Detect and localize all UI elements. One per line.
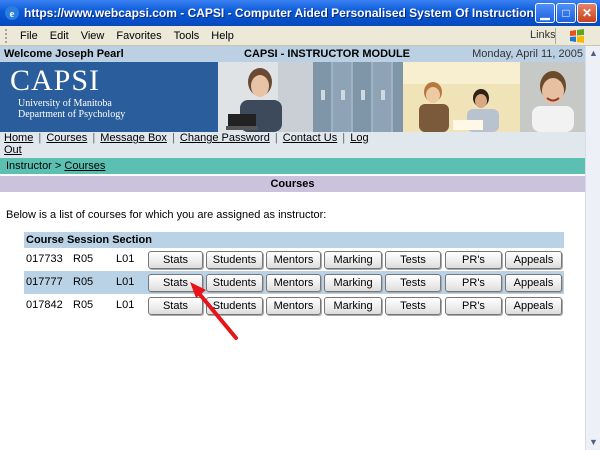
table-header: Course Session Section xyxy=(24,232,564,248)
capsi-logo: CAPSI University of Manitoba Department … xyxy=(0,62,218,132)
stats-button[interactable]: Stats xyxy=(148,251,203,269)
mentors-button[interactable]: Mentors xyxy=(266,274,321,292)
welcome-text: Welcome Joseph Pearl xyxy=(4,48,124,60)
close-icon: ✕ xyxy=(581,6,593,20)
tests-button[interactable]: Tests xyxy=(385,297,441,315)
department-name: Department of Psychology xyxy=(18,109,126,120)
internet-explorer-icon: e xyxy=(5,6,19,20)
window-title: https://www.webcapsi.com - CAPSI - Compu… xyxy=(24,6,554,20)
menu-help[interactable]: Help xyxy=(205,30,240,42)
university-name: University of Manitoba xyxy=(18,98,112,109)
minimize-button[interactable]: ▁ xyxy=(535,3,555,23)
mentors-button[interactable]: Mentors xyxy=(266,251,321,269)
session-code: R05 xyxy=(73,253,94,265)
breadcrumb-root: Instructor xyxy=(6,160,52,172)
maximize-icon: □ xyxy=(562,6,570,20)
main-navigation: Home | Courses | Message Box | Change Pa… xyxy=(0,132,585,158)
tests-button[interactable]: Tests xyxy=(385,251,441,269)
table-row: 017733 R05 L01 Stats Students Mentors Ma… xyxy=(24,248,564,271)
window-title-bar: e https://www.webcapsi.com - CAPSI - Com… xyxy=(0,0,600,26)
tests-button[interactable]: Tests xyxy=(385,274,441,292)
appeals-button[interactable]: Appeals xyxy=(505,297,562,315)
menu-view[interactable]: View xyxy=(75,30,111,42)
nav-contact-us-link[interactable]: Contact Us xyxy=(283,132,337,144)
students-button[interactable]: Students xyxy=(206,297,263,315)
course-number: 017777 xyxy=(26,276,63,288)
module-title: CAPSI - INSTRUCTOR MODULE xyxy=(244,48,411,60)
links-toolbar[interactable]: Links xyxy=(530,29,556,41)
courses-table: Course Session Section 017733 R05 L01 St… xyxy=(24,232,564,317)
nav-separator: | xyxy=(342,132,346,144)
current-date: Monday, April 11, 2005 xyxy=(472,48,583,60)
intro-text: Below is a list of courses for which you… xyxy=(6,209,327,221)
menu-favorites[interactable]: Favorites xyxy=(110,30,167,42)
students-button[interactable]: Students xyxy=(206,251,263,269)
section-code: L01 xyxy=(116,299,135,311)
prs-button[interactable]: PR's xyxy=(445,297,502,315)
nav-separator: | xyxy=(92,132,96,144)
marking-button[interactable]: Marking xyxy=(324,274,382,292)
nav-home-link[interactable]: Home xyxy=(4,132,33,144)
prs-button[interactable]: PR's xyxy=(445,251,502,269)
windows-logo-icon xyxy=(570,29,584,43)
session-code: R05 xyxy=(73,276,94,288)
toolbar-divider xyxy=(555,28,556,44)
banner-photo-smiling-student xyxy=(520,62,585,132)
page-title: Courses xyxy=(0,176,585,192)
nav-log-out-link[interactable]: Log xyxy=(350,132,368,144)
banner-photo-student-computer xyxy=(218,62,313,132)
banner-photo-students-reading xyxy=(403,62,520,132)
web-page: Welcome Joseph Pearl CAPSI - INSTRUCTOR … xyxy=(0,46,585,450)
scroll-down-icon[interactable]: ▼ xyxy=(588,437,599,448)
banner-photo-lockers xyxy=(313,62,403,132)
nav-courses-link[interactable]: Courses xyxy=(46,132,87,144)
table-row: 017842 R05 L01 Stats Students Mentors Ma… xyxy=(24,294,564,317)
stats-button[interactable]: Stats xyxy=(148,297,203,315)
maximize-button[interactable]: □ xyxy=(556,3,576,23)
marking-button[interactable]: Marking xyxy=(324,251,382,269)
nav-separator: | xyxy=(274,132,278,144)
section-code: L01 xyxy=(116,253,135,265)
menu-edit[interactable]: Edit xyxy=(44,30,75,42)
breadcrumb-courses-link[interactable]: Courses xyxy=(64,160,105,172)
section-code: L01 xyxy=(116,276,135,288)
breadcrumb-separator: > xyxy=(54,160,62,172)
prs-button[interactable]: PR's xyxy=(445,274,502,292)
toolbar-grip[interactable] xyxy=(5,28,8,43)
stats-button[interactable]: Stats xyxy=(148,274,203,292)
banner: CAPSI University of Manitoba Department … xyxy=(0,62,585,132)
students-button[interactable]: Students xyxy=(206,274,263,292)
logo-text: CAPSI xyxy=(10,64,101,97)
breadcrumb: Instructor > Courses xyxy=(0,158,585,174)
scroll-up-icon[interactable]: ▲ xyxy=(588,48,599,59)
mentors-button[interactable]: Mentors xyxy=(266,297,321,315)
appeals-button[interactable]: Appeals xyxy=(505,251,562,269)
vertical-scrollbar[interactable]: ▲ ▼ xyxy=(585,46,600,450)
header-strip: Welcome Joseph Pearl CAPSI - INSTRUCTOR … xyxy=(0,46,585,62)
nav-message-box-link[interactable]: Message Box xyxy=(100,132,167,144)
nav-separator: | xyxy=(38,132,42,144)
session-code: R05 xyxy=(73,299,94,311)
course-number: 017733 xyxy=(26,253,63,265)
menu-bar: File Edit View Favorites Tools Help Link… xyxy=(0,26,600,46)
marking-button[interactable]: Marking xyxy=(324,297,382,315)
course-number: 017842 xyxy=(26,299,63,311)
close-button[interactable]: ✕ xyxy=(577,3,597,23)
nav-change-password-link[interactable]: Change Password xyxy=(180,132,270,144)
svg-text:e: e xyxy=(10,8,15,20)
appeals-button[interactable]: Appeals xyxy=(505,274,562,292)
nav-separator: | xyxy=(172,132,175,144)
menu-tools[interactable]: Tools xyxy=(168,30,206,42)
menu-file[interactable]: File xyxy=(14,30,44,42)
table-row: 017777 R05 L01 Stats Students Mentors Ma… xyxy=(24,271,564,294)
minimize-icon: ▁ xyxy=(540,6,550,20)
nav-log-out-link-continued[interactable]: Out xyxy=(4,144,22,156)
